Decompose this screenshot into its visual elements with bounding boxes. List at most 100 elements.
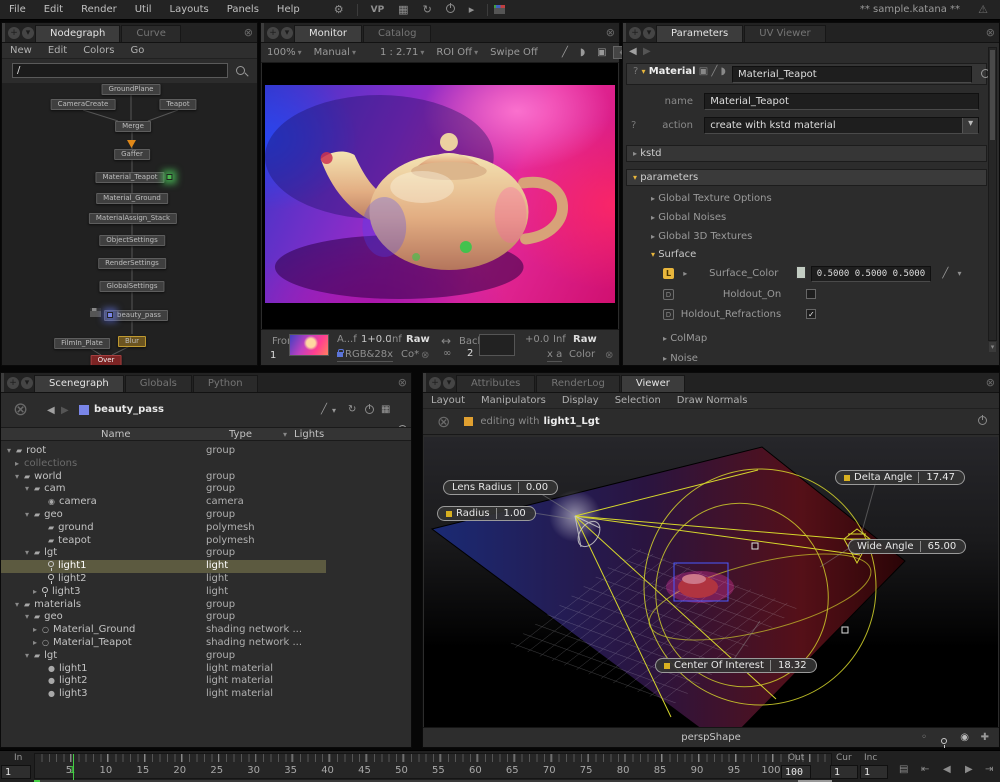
nodegraph-canvas[interactable]: GroundPlane CameraCreate Teapot Merge Ga… [2, 83, 257, 365]
group-global-texture-options[interactable]: ▸ Global Texture Options [651, 193, 772, 204]
node-beauty-pass[interactable]: beauty_pass [104, 310, 168, 321]
keyframe-icon[interactable] [446, 511, 452, 517]
wrench-icon[interactable]: ╱ [711, 66, 717, 77]
front-exposure[interactable]: 1+0.0 [361, 334, 392, 345]
pane-menu-icon[interactable]: ▾ [281, 27, 293, 39]
refresh-icon[interactable]: ↻ [416, 3, 439, 16]
next-key-icon[interactable]: ⇥ [985, 764, 993, 775]
chevron-down-icon[interactable]: ▾ [958, 269, 962, 278]
node-search-input[interactable]: / [12, 63, 228, 78]
front-colorspace[interactable]: Co* [401, 349, 419, 360]
menu-layouts[interactable]: Layouts [161, 4, 218, 15]
timeline-ruler[interactable]: 5101520253035404550556065707580859095100… [34, 753, 832, 779]
search-icon[interactable] [236, 66, 245, 75]
update-mode-select[interactable]: Manual▾ [308, 47, 362, 58]
front-clamp[interactable]: Inf [389, 334, 402, 345]
local-badge[interactable]: L [663, 268, 674, 279]
power-icon[interactable] [365, 405, 374, 417]
cur-input[interactable]: 1 [830, 765, 858, 779]
back-close-icon[interactable]: ⊗ [605, 350, 613, 361]
annotation-icon[interactable]: ◗ [574, 47, 591, 58]
link-icon[interactable]: ∞ [443, 348, 451, 359]
pixel-probe-icon[interactable]: ╱ [556, 47, 574, 58]
name-input[interactable]: Material_Teapot [704, 93, 979, 110]
menu-render[interactable]: Render [72, 4, 126, 15]
tree-row[interactable]: ▸light3light [1, 586, 407, 599]
front-thumbnail[interactable] [289, 334, 329, 356]
camera-icon[interactable]: ◉ [960, 728, 969, 748]
render-slate-icon[interactable] [494, 5, 505, 14]
close-icon[interactable]: ⊗ [398, 376, 407, 389]
vp-label[interactable]: VP [364, 5, 392, 15]
hud-center-of-interest[interactable]: Center Of Interest18.32 [655, 658, 817, 673]
menu-help[interactable]: Help [268, 4, 309, 15]
history-forward-icon[interactable]: ▶ [61, 405, 69, 416]
comment-icon[interactable]: ◗ [721, 66, 726, 77]
node-rendersettings[interactable]: RenderSettings [98, 258, 166, 269]
tree-row[interactable]: ▰groundpolymesh [1, 522, 407, 535]
chevron-down-icon[interactable]: ▾ [332, 406, 336, 415]
tree-row[interactable]: ●light1light material [1, 663, 407, 676]
hud-wide-angle[interactable]: Wide Angle65.00 [848, 539, 966, 554]
column-name[interactable]: Name [101, 429, 131, 440]
back-view-select[interactable]: Raw [573, 334, 597, 345]
ratio-select[interactable]: 1 : 2.71▾ [374, 47, 430, 58]
vw-menu-display[interactable]: Display [554, 395, 607, 406]
front-close-icon[interactable]: ⊗ [421, 350, 429, 361]
tab-uv-viewer[interactable]: UV Viewer [744, 25, 825, 42]
node-teapot[interactable]: Teapot [159, 99, 196, 110]
node-objectsettings[interactable]: ObjectSettings [99, 235, 165, 246]
out-input[interactable]: 100 [781, 765, 811, 779]
back-thumbnail[interactable] [479, 334, 515, 356]
node-globalsettings[interactable]: GlobalSettings [99, 281, 164, 292]
close-icon[interactable]: ⊗ [244, 26, 253, 39]
warning-icon[interactable]: ⚠ [978, 3, 988, 16]
front-channels[interactable]: RGB&28x [337, 349, 393, 362]
zoom-select[interactable]: 100%▾ [261, 47, 308, 58]
back-mult[interactable]: x a [547, 349, 562, 362]
tree-row[interactable]: ▾▰lgtgroup [1, 547, 407, 560]
default-badge[interactable]: D [663, 309, 674, 320]
expand-icon[interactable]: ▾ [642, 67, 646, 76]
swipe-toggle[interactable]: Swipe Off [484, 47, 544, 58]
slate-icon[interactable]: ▦ [381, 404, 390, 415]
keyframe-icon[interactable] [844, 475, 850, 481]
ng-menu-colors[interactable]: Colors [75, 45, 122, 56]
back-clamp[interactable]: Inf [553, 334, 566, 345]
tree-row[interactable]: ▾▰geogroup [1, 611, 407, 624]
scroll-down-icon[interactable]: ▾ [989, 342, 996, 352]
pen-icon[interactable]: ╱ [942, 268, 948, 279]
front-view-select[interactable]: Raw [406, 334, 430, 345]
tree-row[interactable]: ▾▰materialsgroup [1, 599, 407, 612]
scrollbar-thumb[interactable] [990, 50, 995, 140]
color-values[interactable]: 0.5000 0.5000 0.5000 [811, 266, 931, 282]
keyframe-icon[interactable] [664, 663, 670, 669]
material-node-header[interactable]: ? ▾ Material ▣ ╱ ◗ Material_Teapot [626, 63, 987, 85]
camera-name[interactable]: perspShape [681, 732, 740, 743]
group-global-3d-textures[interactable]: ▸ Global 3D Textures [651, 231, 752, 242]
refresh-icon[interactable]: ↻ [348, 404, 356, 415]
column-lights[interactable]: Lights [294, 429, 324, 440]
view-flag-arrow[interactable] [127, 140, 136, 148]
vw-menu-draw-normals[interactable]: Draw Normals [669, 395, 756, 406]
group-colmap[interactable]: ▸ ColMap [663, 333, 707, 344]
tree-row[interactable]: ▾▰geogroup [1, 509, 407, 522]
vw-menu-selection[interactable]: Selection [607, 395, 669, 406]
hud-delta-angle[interactable]: Delta Angle17.47 [835, 470, 965, 485]
ng-menu-new[interactable]: New [2, 45, 40, 56]
history-back-icon[interactable]: ◀ [629, 46, 637, 57]
group-global-noises[interactable]: ▸ Global Noises [651, 212, 726, 223]
tab-python[interactable]: Python [193, 375, 258, 392]
clear-icon[interactable]: ⊗ [13, 399, 28, 420]
node-materialassign-stack[interactable]: MaterialAssign_Stack [89, 213, 177, 224]
monitor-image-area[interactable] [262, 63, 618, 331]
node-badge-icon[interactable]: ▣ [699, 66, 708, 77]
node-merge[interactable]: Merge [115, 121, 151, 132]
gear-icon[interactable]: ⚙ [327, 3, 351, 16]
holdout-refractions-checkbox[interactable]: ✓ [806, 309, 816, 319]
ng-menu-edit[interactable]: Edit [40, 45, 75, 56]
hud-lens-radius[interactable]: Lens Radius0.00 [443, 480, 558, 495]
column-type[interactable]: Type [229, 429, 252, 440]
plus-icon[interactable]: ✚ [981, 728, 989, 748]
vw-menu-manipulators[interactable]: Manipulators [473, 395, 554, 406]
